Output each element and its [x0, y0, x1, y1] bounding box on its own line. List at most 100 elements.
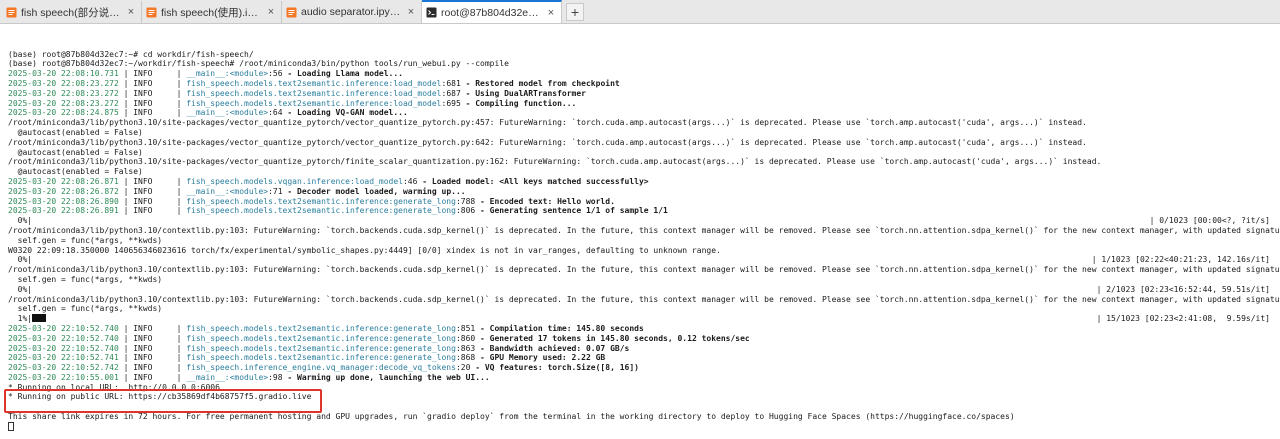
- terminal-line: 2025-03-20 22:08:26.871 | INFO | fish_sp…: [8, 177, 1280, 187]
- line-text: @autocast(enabled = False): [8, 147, 143, 157]
- log-module: fish_speech.models.text2semantic.inferen…: [186, 353, 456, 363]
- terminal-line: 0%| | 1/1023 [02:22<40:21:23, 142.16s/it]: [8, 255, 1280, 265]
- close-icon[interactable]: ×: [545, 7, 557, 19]
- terminal-line: @autocast(enabled = False): [8, 148, 1280, 158]
- tab-3[interactable]: audio separator.ipynb ×: [282, 1, 422, 23]
- log-level: | INFO |: [118, 206, 187, 216]
- log-level: | INFO |: [118, 196, 187, 206]
- progress-status: | 15/1023 [02:23<2:41:08, 9.59s/it]: [1096, 314, 1270, 324]
- progress-status: | 2/1023 [02:23<16:52:44, 59.51s/it]: [1096, 284, 1270, 294]
- tab-label: fish speech(使用).ipynb: [161, 6, 261, 19]
- log-message: - Generating sentence 1/1 of sample 1/1: [475, 206, 668, 216]
- terminal-line: 2025-03-20 22:08:26.891 | INFO | fish_sp…: [8, 206, 1280, 216]
- log-timestamp: 2025-03-20 22:08:26.890: [8, 196, 119, 206]
- terminal-line: /root/miniconda3/lib/python3.10/contextl…: [8, 226, 1280, 236]
- log-message: - Loaded model: <All keys matched succes…: [417, 176, 649, 186]
- terminal-line: [8, 421, 1280, 432]
- log-level: | INFO |: [118, 333, 187, 343]
- log-timestamp: 2025-03-20 22:08:26.871: [8, 176, 119, 186]
- log-timestamp: 2025-03-20 22:08:23.272: [8, 88, 119, 98]
- log-line-number: :860: [455, 333, 476, 343]
- line-text: (base) root@87b804d32ec7:~/workdir/fish-…: [8, 59, 509, 69]
- log-message: - Restored model from checkpoint: [460, 78, 620, 88]
- progress-percent: 0%|: [8, 284, 33, 294]
- terminal-line: self.gen = func(*args, **kwds): [8, 304, 1280, 314]
- line-text: @autocast(enabled = False): [8, 167, 143, 177]
- line-text: self.gen = func(*args, **kwds): [8, 304, 163, 314]
- log-message: - Warming up done, launching the web UI.…: [282, 372, 490, 382]
- log-level: | INFO |: [118, 98, 187, 108]
- terminal-line: W0320 22:09:18.350000 140656346023616 to…: [8, 246, 1280, 256]
- terminal-line: 2025-03-20 22:10:52.742 | INFO | fish_sp…: [8, 363, 1280, 373]
- log-message: - Compilation time: 145.80 seconds: [475, 323, 644, 333]
- close-icon[interactable]: ×: [405, 6, 417, 18]
- terminal-line: 2025-03-20 22:08:26.872 | INFO | __main_…: [8, 187, 1280, 197]
- log-level: | INFO |: [118, 186, 187, 196]
- tab-label: audio separator.ipynb: [301, 6, 401, 18]
- terminal-cursor[interactable]: [8, 421, 14, 431]
- log-line-number: :868: [455, 353, 476, 363]
- terminal-line: 2025-03-20 22:10:52.740 | INFO | fish_sp…: [8, 334, 1280, 344]
- line-text: /root/miniconda3/lib/python3.10/contextl…: [8, 265, 1280, 275]
- tab-1[interactable]: fish speech(部分说明).ipynb ×: [2, 1, 142, 23]
- terminal-line: /root/miniconda3/lib/python3.10/contextl…: [8, 265, 1280, 275]
- tab-label: root@87b804d32ec7: ~/wc: [441, 6, 541, 19]
- terminal-line: (base) root@87b804d32ec7:~# cd workdir/f…: [8, 50, 1280, 60]
- log-line-number: :98: [268, 372, 283, 382]
- close-icon[interactable]: ×: [125, 6, 137, 18]
- terminal-line: 2025-03-20 22:08:26.890 | INFO | fish_sp…: [8, 197, 1280, 207]
- log-line-number: :788: [455, 196, 476, 206]
- log-timestamp: 2025-03-20 22:08:10.731: [8, 69, 119, 79]
- log-line-number: :71: [268, 186, 283, 196]
- line-text: (base) root@87b804d32ec7:~# cd workdir/f…: [8, 49, 254, 59]
- terminal-line: /root/miniconda3/lib/python3.10/site-pac…: [8, 157, 1280, 167]
- line-text: self.gen = func(*args, **kwds): [8, 235, 163, 245]
- line-text: W0320 22:09:18.350000 140656346023616 to…: [8, 245, 721, 255]
- progress-percent: 0%|: [8, 216, 33, 226]
- notebook-icon: [286, 7, 297, 18]
- line-text: /root/miniconda3/lib/python3.10/contextl…: [8, 294, 1280, 304]
- progress-percent: 0%|: [8, 255, 33, 265]
- close-icon[interactable]: ×: [265, 6, 277, 18]
- progress-status: | 1/1023 [02:22<40:21:23, 142.16s/it]: [1091, 255, 1270, 265]
- log-timestamp: 2025-03-20 22:08:26.872: [8, 186, 119, 196]
- add-tab-button[interactable]: +: [566, 3, 584, 21]
- log-level: | INFO |: [118, 69, 187, 79]
- progress-status: | 0/1023 [00:00<?, ?it/s]: [1149, 216, 1270, 226]
- notebook-icon: [146, 7, 157, 18]
- log-line-number: :863: [455, 343, 476, 353]
- line-text: /root/miniconda3/lib/python3.10/contextl…: [8, 225, 1280, 235]
- log-line-number: :64: [268, 108, 283, 118]
- tab-4[interactable]: root@87b804d32ec7: ~/wc ×: [422, 0, 562, 23]
- log-message: - Bandwidth achieved: 0.07 GB/s: [475, 343, 630, 353]
- terminal-output[interactable]: (base) root@87b804d32ec7:~# cd workdir/f…: [0, 24, 1280, 432]
- log-line-number: :687: [441, 88, 461, 98]
- log-timestamp: 2025-03-20 22:10:52.740: [8, 323, 119, 333]
- log-module: fish_speech.models.text2semantic.inferen…: [186, 343, 456, 353]
- terminal-line: 1%| | 15/1023 [02:23<2:41:08, 9.59s/it]: [8, 314, 1280, 324]
- log-module: fish_speech.models.text2semantic.inferen…: [186, 78, 442, 88]
- terminal-line: 2025-03-20 22:10:55.001 | INFO | __main_…: [8, 373, 1280, 383]
- log-module: fish_speech.models.text2semantic.inferen…: [186, 206, 456, 216]
- terminal-line: 2025-03-20 22:08:24.875 | INFO | __main_…: [8, 108, 1280, 118]
- log-module: fish_speech.models.text2semantic.inferen…: [186, 323, 456, 333]
- terminal-line: self.gen = func(*args, **kwds): [8, 236, 1280, 246]
- terminal-line: 2025-03-20 22:10:52.741 | INFO | fish_sp…: [8, 353, 1280, 363]
- log-level: | INFO |: [118, 372, 187, 382]
- log-timestamp: 2025-03-20 22:08:26.891: [8, 206, 119, 216]
- log-message: - GPU Memory used: 2.22 GB: [475, 353, 606, 363]
- url-highlight-box: [4, 389, 322, 413]
- terminal-line: 2025-03-20 22:08:23.272 | INFO | fish_sp…: [8, 99, 1280, 109]
- line-text: /root/miniconda3/lib/python3.10/site-pac…: [8, 137, 1087, 147]
- tab-2[interactable]: fish speech(使用).ipynb ×: [142, 1, 282, 23]
- log-timestamp: 2025-03-20 22:10:52.740: [8, 343, 119, 353]
- terminal-line: self.gen = func(*args, **kwds): [8, 275, 1280, 285]
- terminal-line: @autocast(enabled = False): [8, 167, 1280, 177]
- log-module: fish_speech.models.text2semantic.inferen…: [186, 196, 456, 206]
- log-level: | INFO |: [118, 176, 187, 186]
- log-line-number: :46: [402, 176, 418, 186]
- log-level: | INFO |: [118, 343, 187, 353]
- log-timestamp: 2025-03-20 22:10:52.740: [8, 333, 119, 343]
- log-level: | INFO |: [118, 108, 187, 118]
- log-message: - Loading Llama model...: [282, 69, 403, 79]
